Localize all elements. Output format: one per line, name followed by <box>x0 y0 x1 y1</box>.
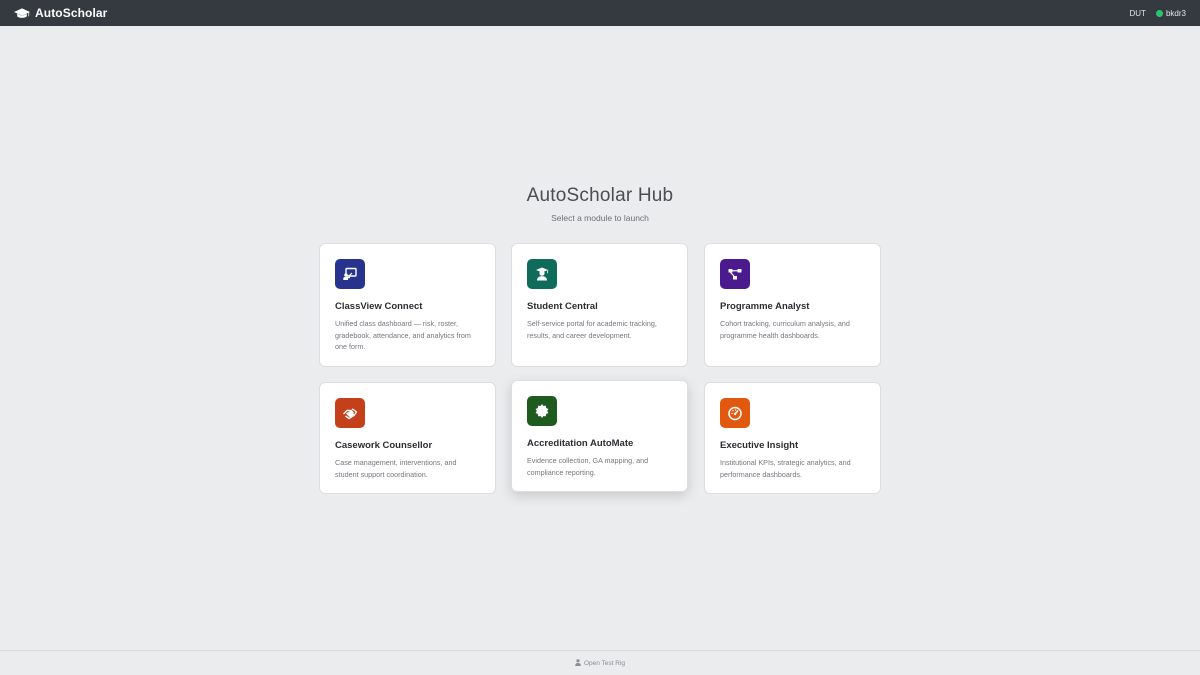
navbar-right: DUT bkdr3 <box>1130 9 1186 18</box>
module-card-student-central[interactable]: Student Central Self-service portal for … <box>511 243 688 367</box>
module-description: Cohort tracking, curriculum analysis, an… <box>720 319 850 340</box>
institution-label: DUT <box>1129 8 1146 18</box>
user-graduate-icon <box>527 259 557 289</box>
module-card-executive-insight[interactable]: Executive Insight Institutional KPIs, st… <box>704 382 881 494</box>
module-description: Unified class dashboard — risk, roster, … <box>335 319 471 351</box>
module-card-casework-counsellor[interactable]: Casework Counsellor Case management, int… <box>319 382 496 494</box>
hands-helping-icon <box>335 398 365 428</box>
module-title: Casework Counsellor <box>335 440 433 451</box>
module-title: Student Central <box>527 301 598 312</box>
top-navbar: AutoScholar DUT bkdr3 <box>0 0 1200 26</box>
page-title: AutoScholar Hub <box>526 185 674 206</box>
module-description: Self-service portal for academic trackin… <box>527 319 657 340</box>
page-subtitle: Select a module to launch <box>551 213 649 223</box>
user-icon <box>575 658 581 668</box>
module-card-classview-connect[interactable]: ClassView Connect Unified class dashboar… <box>319 243 496 367</box>
graduation-cap-icon <box>14 7 30 19</box>
module-card-accreditation-automate[interactable]: Accreditation AutoMate Evidence collecti… <box>511 380 688 492</box>
project-diagram-icon <box>720 259 750 289</box>
module-card-programme-analyst[interactable]: Programme Analyst Cohort tracking, curri… <box>704 243 881 367</box>
open-test-rig-link[interactable]: Open Test Rig <box>575 658 626 668</box>
chalkboard-teacher-icon <box>335 259 365 289</box>
user-menu[interactable]: bkdr3 <box>1155 8 1186 18</box>
tachometer-icon <box>720 398 750 428</box>
module-title: Accreditation AutoMate <box>527 438 634 449</box>
brand-name: AutoScholar <box>35 6 108 20</box>
module-description: Institutional KPIs, strategic analytics,… <box>720 458 851 479</box>
module-description: Case management, interventions, and stud… <box>335 458 457 479</box>
brand[interactable]: AutoScholar <box>14 6 107 20</box>
online-status-icon <box>1155 9 1163 17</box>
module-title: ClassView Connect <box>335 301 423 312</box>
footer: Open Test Rig <box>0 650 1200 675</box>
module-title: Programme Analyst <box>720 301 810 312</box>
module-description: Evidence collection, GA mapping, and com… <box>527 456 649 477</box>
open-test-rig-label: Open Test Rig <box>583 659 626 667</box>
module-grid: ClassView Connect Unified class dashboar… <box>319 243 881 495</box>
module-title: Executive Insight <box>720 440 799 451</box>
username: bkdr3 <box>1165 8 1186 18</box>
certificate-icon <box>527 396 557 426</box>
